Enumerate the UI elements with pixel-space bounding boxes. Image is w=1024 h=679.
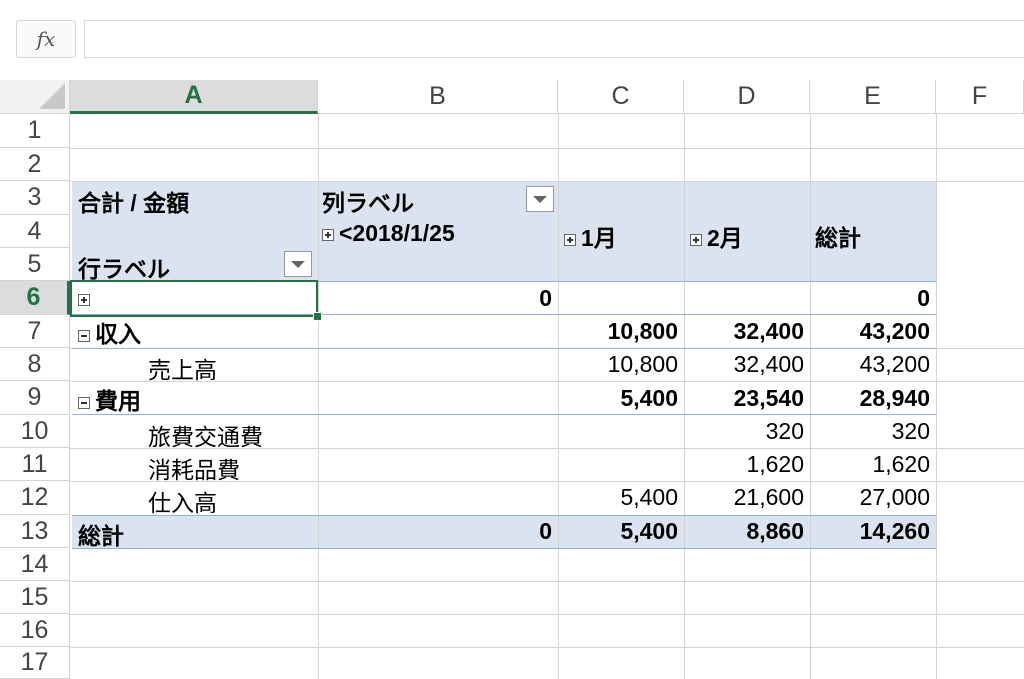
pivot-header-band [72, 182, 936, 281]
column-labels-filter-button[interactable] [526, 186, 554, 212]
formula-bar: fx [0, 0, 1024, 80]
cell-e12[interactable]: 27,000 [810, 483, 930, 511]
row-header-14[interactable]: 14 [0, 548, 70, 581]
row-labels-filter-button[interactable] [284, 251, 312, 277]
col-item-jan[interactable]: 1月 [564, 224, 617, 252]
column-header-e[interactable]: E [810, 80, 936, 114]
row-labels-header: 行ラベル [78, 256, 170, 282]
column-header-d[interactable]: D [684, 80, 810, 114]
cell-c7[interactable]: 10,800 [558, 317, 678, 345]
dropdown-arrow-icon [533, 195, 547, 203]
col-item-before[interactable]: <2018/1/25 [322, 219, 455, 247]
select-all-button[interactable] [0, 80, 70, 114]
insert-function-button[interactable]: fx [16, 20, 76, 58]
row-header-12[interactable]: 12 [0, 481, 70, 515]
row-header-6[interactable]: 6 [0, 281, 70, 315]
row-header-7[interactable]: 7 [0, 315, 70, 348]
expand-icon [564, 233, 576, 246]
row-header-13[interactable]: 13 [0, 515, 70, 548]
column-header-b[interactable]: B [318, 80, 558, 114]
row-header-9[interactable]: 9 [0, 381, 70, 415]
cell-d10[interactable]: 320 [684, 417, 804, 445]
cell-c12[interactable]: 5,400 [558, 483, 678, 511]
supplies-item[interactable]: 消耗品費 [148, 456, 240, 484]
cell-b6[interactable]: 0 [318, 284, 552, 312]
cell-e7[interactable]: 43,200 [810, 317, 930, 345]
cell-e10[interactable]: 320 [810, 417, 930, 445]
cell-d12[interactable]: 21,600 [684, 483, 804, 511]
select-all-icon [39, 83, 65, 109]
cell-e11[interactable]: 1,620 [810, 450, 930, 478]
row-header-17[interactable]: 17 [0, 647, 70, 679]
expand-icon [322, 228, 334, 241]
row-header-11[interactable]: 11 [0, 448, 70, 481]
column-header-f[interactable]: F [936, 80, 1024, 114]
row-header-3[interactable]: 3 [0, 181, 70, 215]
grand-total-column-header: 総計 [815, 225, 861, 251]
row-header-1[interactable]: 1 [0, 114, 70, 148]
expense-group[interactable]: 費用 [78, 387, 141, 415]
row-header-16[interactable]: 16 [0, 614, 70, 647]
fill-handle[interactable] [313, 312, 322, 321]
cell-c13[interactable]: 5,400 [558, 517, 678, 545]
pivot-value-field: 合計 / 金額 [78, 190, 190, 216]
cell-b13[interactable]: 0 [318, 517, 552, 545]
cell-e13[interactable]: 14,260 [810, 517, 930, 545]
cell-e9[interactable]: 28,940 [810, 384, 930, 412]
cell-d13[interactable]: 8,860 [684, 517, 804, 545]
column-header-a[interactable]: A [70, 80, 318, 114]
purchases-item[interactable]: 仕入高 [148, 489, 217, 517]
cell-d8[interactable]: 32,400 [684, 350, 804, 378]
collapse-icon [78, 396, 90, 409]
column-labels-header: 列ラベル [322, 190, 414, 216]
cell-c8[interactable]: 10,800 [558, 350, 678, 378]
col-item-feb[interactable]: 2月 [690, 224, 743, 252]
formula-input[interactable] [84, 20, 1024, 58]
row-header-5[interactable]: 5 [0, 248, 70, 281]
cell-c9[interactable]: 5,400 [558, 384, 678, 412]
cell-d7[interactable]: 32,400 [684, 317, 804, 345]
active-cell-a6[interactable] [70, 280, 318, 317]
travel-item[interactable]: 旅費交通費 [148, 423, 263, 451]
income-group[interactable]: 収入 [78, 320, 141, 348]
sales-item[interactable]: 売上高 [148, 356, 217, 384]
dropdown-arrow-icon [291, 260, 305, 268]
cell-e8[interactable]: 43,200 [810, 350, 930, 378]
row-header-4[interactable]: 4 [0, 215, 70, 248]
row-header-15[interactable]: 15 [0, 581, 70, 614]
row-header-10[interactable]: 10 [0, 415, 70, 448]
cell-d11[interactable]: 1,620 [684, 450, 804, 478]
collapse-icon [78, 329, 90, 342]
row-header-8[interactable]: 8 [0, 348, 70, 381]
function-icon: fx [36, 27, 56, 51]
cell-d9[interactable]: 23,540 [684, 384, 804, 412]
grand-total-row-label: 総計 [78, 523, 124, 549]
expand-icon [690, 233, 702, 246]
cell-e6[interactable]: 0 [810, 284, 930, 312]
column-header-c[interactable]: C [558, 80, 684, 114]
row-header-2[interactable]: 2 [0, 148, 70, 181]
